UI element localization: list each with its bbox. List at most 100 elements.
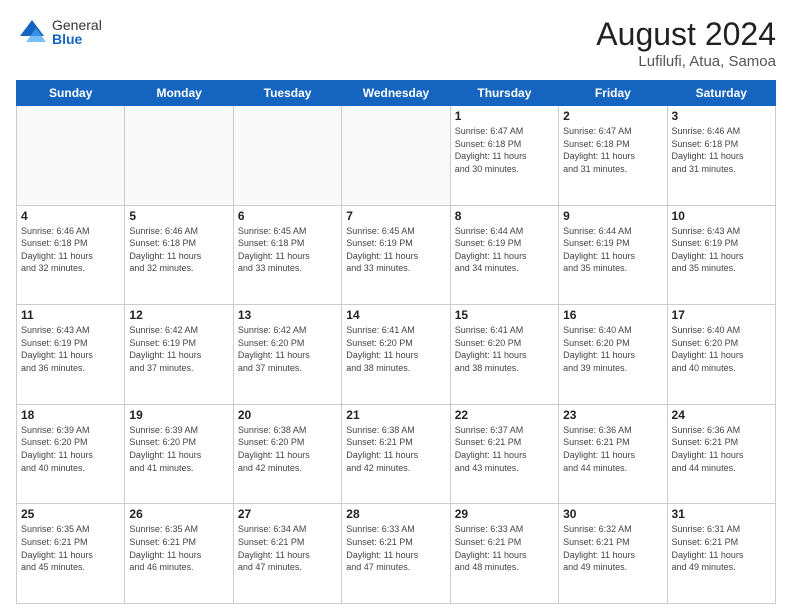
calendar-cell: 10 Sunrise: 6:43 AM Sunset: 6:19 PM Dayli…: [667, 205, 775, 305]
calendar-cell: 20 Sunrise: 6:38 AM Sunset: 6:20 PM Dayli…: [233, 404, 341, 504]
day-number: 2: [563, 109, 662, 123]
day-number: 13: [238, 308, 337, 322]
day-info: Sunrise: 6:45 AM Sunset: 6:19 PM Dayligh…: [346, 225, 445, 275]
calendar-cell: 3Sunrise: 6:46 AM Sunset: 6:18 PM Daylig…: [667, 106, 775, 206]
day-info: Sunrise: 6:40 AM Sunset: 6:20 PM Dayligh…: [672, 324, 771, 374]
calendar-header-tuesday: Tuesday: [233, 81, 341, 106]
calendar-cell: 5 Sunrise: 6:46 AM Sunset: 6:18 PM Daylig…: [125, 205, 233, 305]
calendar-header-monday: Monday: [125, 81, 233, 106]
day-info: Sunrise: 6:42 AM Sunset: 6:19 PM Dayligh…: [129, 324, 228, 374]
calendar-cell: [125, 106, 233, 206]
day-number: 5: [129, 209, 228, 223]
title-block: August 2024 Lufilufi, Atua, Samoa: [596, 16, 776, 70]
day-info: Sunrise: 6:35 AM Sunset: 6:21 PM Dayligh…: [21, 523, 120, 573]
day-number: 23: [563, 408, 662, 422]
day-info: Sunrise: 6:33 AM Sunset: 6:21 PM Dayligh…: [346, 523, 445, 573]
title-location: Lufilufi, Atua, Samoa: [596, 53, 776, 70]
calendar-cell: 30 Sunrise: 6:32 AM Sunset: 6:21 PM Dayli…: [559, 504, 667, 604]
calendar-header-friday: Friday: [559, 81, 667, 106]
calendar-cell: 22 Sunrise: 6:37 AM Sunset: 6:21 PM Dayli…: [450, 404, 558, 504]
day-number: 29: [455, 507, 554, 521]
calendar-header-sunday: Sunday: [17, 81, 125, 106]
day-number: 11: [21, 308, 120, 322]
day-number: 12: [129, 308, 228, 322]
day-number: 17: [672, 308, 771, 322]
calendar-cell: 15 Sunrise: 6:41 AM Sunset: 6:20 PM Dayli…: [450, 305, 558, 405]
calendar-cell: 14Sunrise: 6:41 AM Sunset: 6:20 PM Dayli…: [342, 305, 450, 405]
day-info: Sunrise: 6:39 AM Sunset: 6:20 PM Dayligh…: [129, 424, 228, 474]
day-number: 26: [129, 507, 228, 521]
calendar-week-1: 1 Sunrise: 6:47 AM Sunset: 6:18 PM Daylig…: [17, 106, 776, 206]
day-info: Sunrise: 6:31 AM Sunset: 6:21 PM Dayligh…: [672, 523, 771, 573]
calendar-cell: 9Sunrise: 6:44 AM Sunset: 6:19 PM Daylig…: [559, 205, 667, 305]
calendar-cell: 31Sunrise: 6:31 AM Sunset: 6:21 PM Dayli…: [667, 504, 775, 604]
day-number: 6: [238, 209, 337, 223]
day-info: Sunrise: 6:47 AM Sunset: 6:18 PM Dayligh…: [563, 125, 662, 175]
calendar-cell: 19 Sunrise: 6:39 AM Sunset: 6:20 PM Dayli…: [125, 404, 233, 504]
day-number: 27: [238, 507, 337, 521]
logo-general-text: General: [52, 18, 102, 32]
logo-text: General Blue: [52, 18, 102, 46]
day-number: 7: [346, 209, 445, 223]
day-info: Sunrise: 6:35 AM Sunset: 6:21 PM Dayligh…: [129, 523, 228, 573]
logo-icon: [16, 16, 48, 48]
day-number: 10: [672, 209, 771, 223]
calendar-week-3: 11Sunrise: 6:43 AM Sunset: 6:19 PM Dayli…: [17, 305, 776, 405]
day-info: Sunrise: 6:32 AM Sunset: 6:21 PM Dayligh…: [563, 523, 662, 573]
logo: General Blue: [16, 16, 102, 48]
day-number: 19: [129, 408, 228, 422]
day-info: Sunrise: 6:33 AM Sunset: 6:21 PM Dayligh…: [455, 523, 554, 573]
calendar-cell: 23 Sunrise: 6:36 AM Sunset: 6:21 PM Dayli…: [559, 404, 667, 504]
calendar-cell: 27 Sunrise: 6:34 AM Sunset: 6:21 PM Dayli…: [233, 504, 341, 604]
day-info: Sunrise: 6:38 AM Sunset: 6:20 PM Dayligh…: [238, 424, 337, 474]
day-number: 3: [672, 109, 771, 123]
day-number: 22: [455, 408, 554, 422]
day-number: 18: [21, 408, 120, 422]
calendar-cell: 28 Sunrise: 6:33 AM Sunset: 6:21 PM Dayli…: [342, 504, 450, 604]
calendar-cell: 7 Sunrise: 6:45 AM Sunset: 6:19 PM Daylig…: [342, 205, 450, 305]
calendar-cell: 26 Sunrise: 6:35 AM Sunset: 6:21 PM Dayli…: [125, 504, 233, 604]
day-info: Sunrise: 6:44 AM Sunset: 6:19 PM Dayligh…: [455, 225, 554, 275]
header: General Blue August 2024 Lufilufi, Atua,…: [16, 16, 776, 70]
day-info: Sunrise: 6:39 AM Sunset: 6:20 PM Dayligh…: [21, 424, 120, 474]
day-number: 30: [563, 507, 662, 521]
day-number: 8: [455, 209, 554, 223]
day-number: 28: [346, 507, 445, 521]
day-info: Sunrise: 6:41 AM Sunset: 6:20 PM Dayligh…: [455, 324, 554, 374]
day-info: Sunrise: 6:47 AM Sunset: 6:18 PM Dayligh…: [455, 125, 554, 175]
day-number: 15: [455, 308, 554, 322]
day-info: Sunrise: 6:41 AM Sunset: 6:20 PM Dayligh…: [346, 324, 445, 374]
calendar-week-4: 18 Sunrise: 6:39 AM Sunset: 6:20 PM Dayli…: [17, 404, 776, 504]
calendar-cell: [342, 106, 450, 206]
calendar-cell: 12 Sunrise: 6:42 AM Sunset: 6:19 PM Dayli…: [125, 305, 233, 405]
calendar-cell: 1 Sunrise: 6:47 AM Sunset: 6:18 PM Daylig…: [450, 106, 558, 206]
calendar-header-thursday: Thursday: [450, 81, 558, 106]
day-number: 9: [563, 209, 662, 223]
day-info: Sunrise: 6:36 AM Sunset: 6:21 PM Dayligh…: [672, 424, 771, 474]
calendar-cell: [233, 106, 341, 206]
calendar-week-2: 4 Sunrise: 6:46 AM Sunset: 6:18 PM Daylig…: [17, 205, 776, 305]
title-month: August 2024: [596, 16, 776, 53]
calendar-cell: 2 Sunrise: 6:47 AM Sunset: 6:18 PM Daylig…: [559, 106, 667, 206]
calendar-week-5: 25 Sunrise: 6:35 AM Sunset: 6:21 PM Dayli…: [17, 504, 776, 604]
day-number: 20: [238, 408, 337, 422]
calendar-cell: 24 Sunrise: 6:36 AM Sunset: 6:21 PM Dayli…: [667, 404, 775, 504]
calendar-cell: 8 Sunrise: 6:44 AM Sunset: 6:19 PM Daylig…: [450, 205, 558, 305]
day-info: Sunrise: 6:36 AM Sunset: 6:21 PM Dayligh…: [563, 424, 662, 474]
day-number: 1: [455, 109, 554, 123]
day-info: Sunrise: 6:34 AM Sunset: 6:21 PM Dayligh…: [238, 523, 337, 573]
day-number: 16: [563, 308, 662, 322]
calendar-cell: 17 Sunrise: 6:40 AM Sunset: 6:20 PM Dayli…: [667, 305, 775, 405]
day-info: Sunrise: 6:42 AM Sunset: 6:20 PM Dayligh…: [238, 324, 337, 374]
day-info: Sunrise: 6:46 AM Sunset: 6:18 PM Dayligh…: [129, 225, 228, 275]
day-number: 25: [21, 507, 120, 521]
calendar-cell: [17, 106, 125, 206]
calendar-cell: 18 Sunrise: 6:39 AM Sunset: 6:20 PM Dayli…: [17, 404, 125, 504]
day-number: 4: [21, 209, 120, 223]
calendar-cell: 13 Sunrise: 6:42 AM Sunset: 6:20 PM Dayli…: [233, 305, 341, 405]
day-number: 24: [672, 408, 771, 422]
calendar-header-saturday: Saturday: [667, 81, 775, 106]
day-info: Sunrise: 6:43 AM Sunset: 6:19 PM Dayligh…: [672, 225, 771, 275]
day-info: Sunrise: 6:37 AM Sunset: 6:21 PM Dayligh…: [455, 424, 554, 474]
calendar-cell: 6Sunrise: 6:45 AM Sunset: 6:18 PM Daylig…: [233, 205, 341, 305]
